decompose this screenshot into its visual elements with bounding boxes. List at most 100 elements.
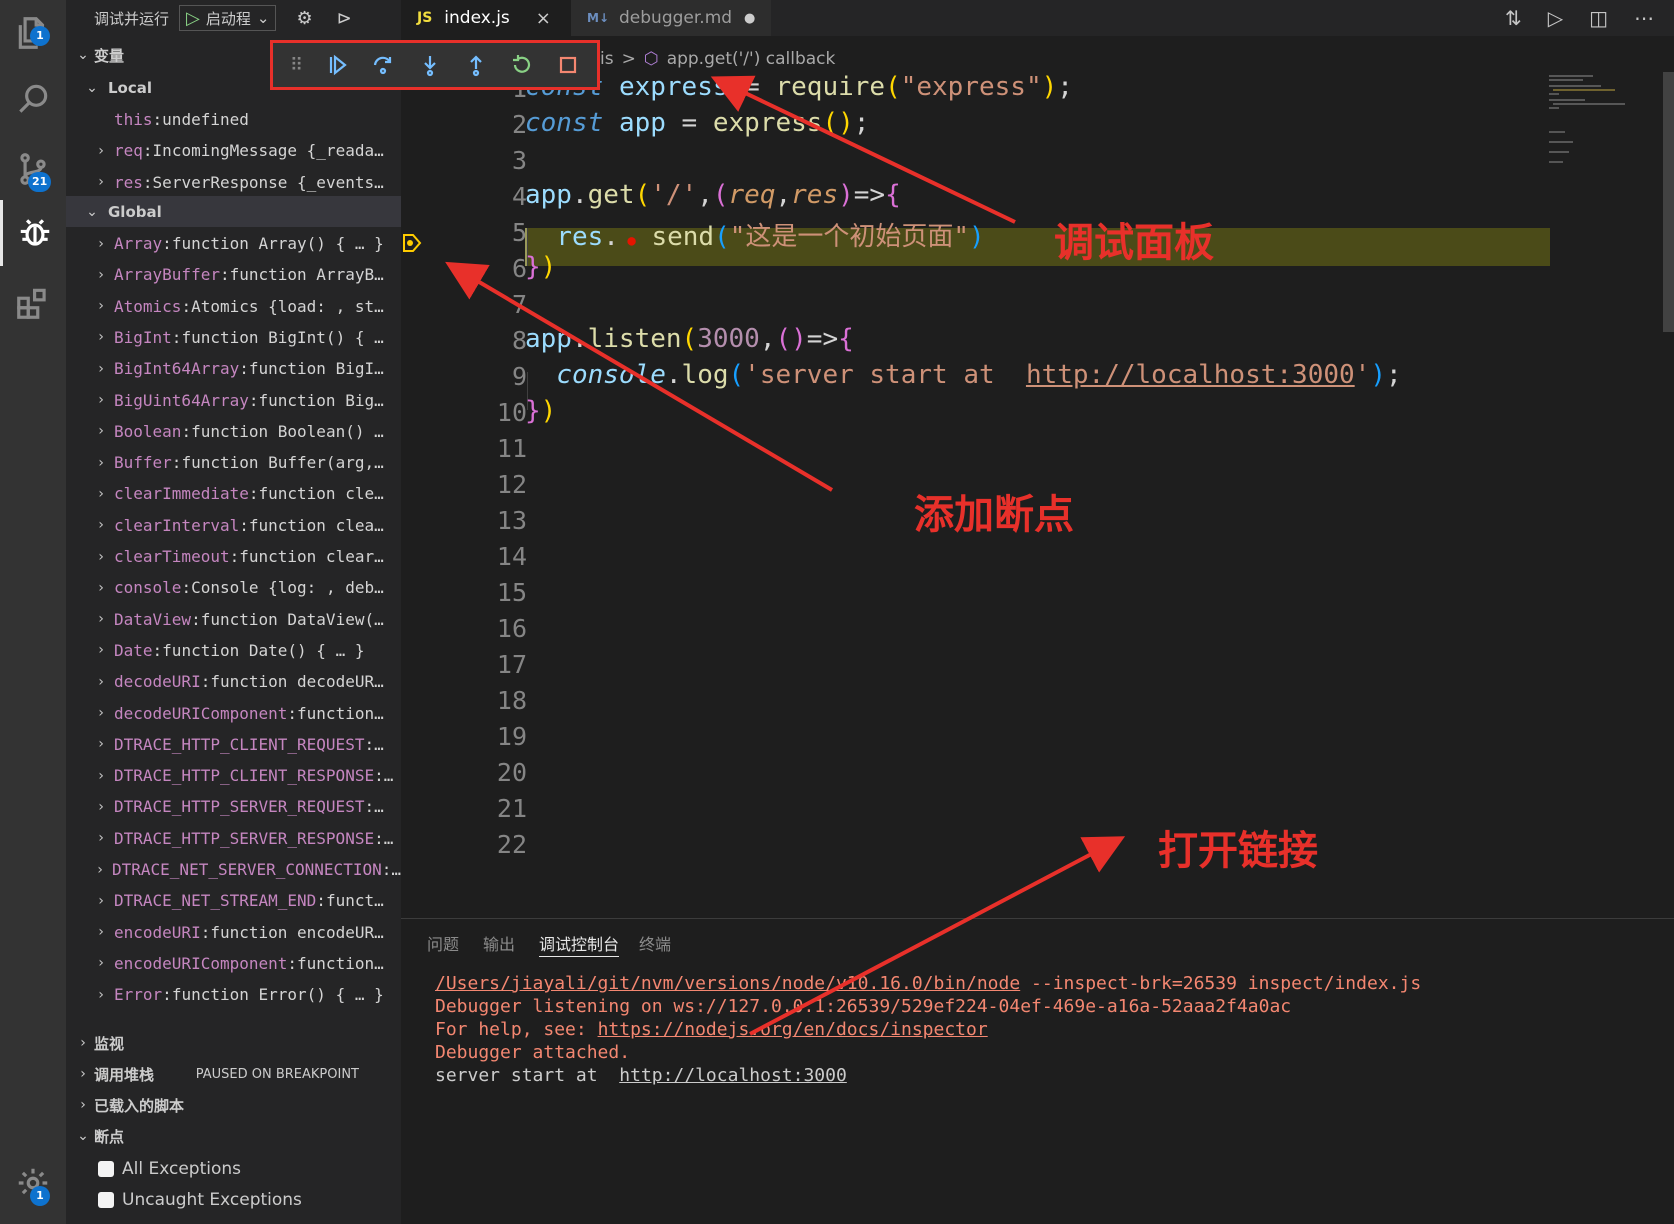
line-number[interactable]: 14 <box>441 542 527 571</box>
more-actions-icon[interactable]: ⋯ <box>1634 6 1654 30</box>
minimap[interactable] <box>1545 72 1665 918</box>
variable-row[interactable]: › BigUint64Array: function Big… <box>66 385 401 416</box>
variable-row[interactable]: › clearImmediate: function cle… <box>66 478 401 509</box>
close-icon[interactable]: × <box>536 8 551 29</box>
variable-row[interactable]: › DTRACE_HTTP_CLIENT_RESPONSE: … <box>66 760 401 791</box>
variable-name: Error <box>114 985 163 1005</box>
inspector-docs-link[interactable]: https://nodejs.org/en/docs/inspector <box>598 1019 988 1040</box>
settings-activity[interactable]: 1 <box>0 1150 66 1216</box>
continue-icon[interactable] <box>325 53 349 77</box>
breakpoint-uncaught-exceptions[interactable]: Uncaught Exceptions <box>66 1184 401 1215</box>
variable-row[interactable]: › Buffer: function Buffer(arg,… <box>66 447 401 478</box>
variable-row[interactable]: › DTRACE_HTTP_CLIENT_REQUEST: … <box>66 729 401 760</box>
line-number[interactable]: 21 <box>441 794 527 823</box>
variable-row[interactable]: › DataView: function DataView(… <box>66 604 401 635</box>
step-out-icon[interactable] <box>464 53 488 77</box>
run-icon[interactable]: ▷ <box>1548 6 1563 30</box>
variable-name: Buffer <box>114 453 172 473</box>
launch-config-select[interactable]: ▷ 启动程 ⌄ <box>179 5 277 31</box>
variable-row[interactable]: › DTRACE_NET_SERVER_CONNECTION: … <box>66 854 401 885</box>
loaded-scripts-section-header[interactable]: › 已载入的脚本 <box>66 1090 401 1120</box>
tab-index-js[interactable]: JS index.js × <box>401 0 571 36</box>
line-number[interactable]: 12 <box>441 470 527 499</box>
variable-row[interactable]: › decodeURIComponent: function… <box>66 698 401 729</box>
breakpoint-paused-icon[interactable] <box>401 232 423 254</box>
breakpoint-all-exceptions[interactable]: All Exceptions <box>66 1153 401 1184</box>
node-path-link[interactable]: /Users/jiayali/git/nvm/versions/node/v10… <box>435 973 1020 994</box>
variable-row[interactable]: › clearInterval: function clea… <box>66 510 401 541</box>
variable-row[interactable]: › BigInt64Array: function BigI… <box>66 353 401 384</box>
callstack-section-header[interactable]: › 调用堆栈 PAUSED ON BREAKPOINT <box>66 1059 401 1089</box>
variable-row[interactable]: › decodeURI: function decodeUR… <box>66 666 401 697</box>
line-number[interactable]: 19 <box>441 722 527 751</box>
scm-activity[interactable]: 21 <box>0 136 66 202</box>
variable-separator: : <box>162 985 172 1005</box>
explorer-activity[interactable]: 1 <box>0 0 66 66</box>
start-debug-icon[interactable]: ▷ <box>186 8 200 29</box>
breakpoints-section-header[interactable]: ⌄ 断点 <box>66 1121 401 1151</box>
line-number[interactable]: 15 <box>441 578 527 607</box>
line-number[interactable]: 17 <box>441 650 527 679</box>
line-number[interactable]: 9 <box>441 362 527 391</box>
line-number[interactable]: 22 <box>441 830 527 859</box>
line-number[interactable]: 16 <box>441 614 527 643</box>
variable-row[interactable]: › console: Console {log: , deb… <box>66 572 401 603</box>
step-into-icon[interactable] <box>418 53 442 77</box>
step-over-icon[interactable] <box>371 53 395 77</box>
line-number[interactable]: 7 <box>441 290 527 319</box>
gear-icon[interactable]: ⚙ <box>296 8 312 29</box>
tab-problems[interactable]: 问题 <box>427 929 459 957</box>
terminal-icon[interactable]: ⊳ <box>337 8 352 29</box>
variable-name: DTRACE_HTTP_CLIENT_RESPONSE <box>114 766 375 786</box>
line-number[interactable]: 10 <box>441 398 527 427</box>
variable-row[interactable]: › req: IncomingMessage {_reada… <box>66 135 401 166</box>
line-number[interactable]: 3 <box>441 146 527 175</box>
extensions-activity[interactable] <box>0 270 66 336</box>
variable-row[interactable]: › ArrayBuffer: function ArrayB… <box>66 259 401 290</box>
drag-handle-icon[interactable]: ⠿ <box>290 55 303 76</box>
variable-row[interactable]: › clearTimeout: function clear… <box>66 541 401 572</box>
variable-row[interactable]: › encodeURIComponent: function… <box>66 948 401 979</box>
variable-row[interactable]: › DTRACE_HTTP_SERVER_REQUEST: … <box>66 791 401 822</box>
breadcrumb-separator: > <box>621 49 636 69</box>
line-number[interactable]: 2 <box>441 110 527 139</box>
variable-row[interactable]: › DTRACE_HTTP_SERVER_RESPONSE: … <box>66 823 401 854</box>
variable-row[interactable]: › Error: function Error() { … } <box>66 979 401 1010</box>
restart-icon[interactable] <box>510 53 534 77</box>
line-number[interactable]: 4 <box>441 182 527 211</box>
variable-row[interactable]: › BigInt: function BigInt() { … <box>66 322 401 353</box>
line-number[interactable]: 11 <box>441 434 527 463</box>
variable-row[interactable]: › Array: function Array() { … } <box>66 228 401 259</box>
uncaught-exceptions-checkbox[interactable] <box>98 1191 114 1208</box>
variable-row[interactable]: this: undefined <box>66 104 401 135</box>
compare-changes-icon[interactable]: ⇅ <box>1505 6 1522 30</box>
split-editor-icon[interactable]: ◫ <box>1589 6 1608 30</box>
line-number[interactable]: 20 <box>441 758 527 787</box>
line-number[interactable]: 18 <box>441 686 527 715</box>
all-exceptions-checkbox[interactable] <box>98 1160 114 1177</box>
variable-row[interactable]: › encodeURI: function encodeUR… <box>66 917 401 948</box>
variable-row[interactable]: › res: ServerResponse {_events… <box>66 167 401 198</box>
tab-output[interactable]: 输出 <box>483 929 515 957</box>
tab-debug-console[interactable]: 调试控制台 <box>539 929 620 957</box>
watch-section-header[interactable]: › 监视 <box>66 1028 401 1058</box>
variable-row[interactable]: › Date: function Date() { … } <box>66 635 401 666</box>
line-number[interactable]: 13 <box>441 506 527 535</box>
localhost-link[interactable]: http://localhost:3000 <box>619 1065 847 1086</box>
breadcrumb-file[interactable]: is <box>600 49 614 69</box>
debug-activity[interactable] <box>0 200 66 266</box>
search-activity[interactable] <box>0 66 66 132</box>
line-number[interactable]: 6 <box>441 254 527 283</box>
variable-row[interactable]: › DTRACE_NET_STREAM_END: funct… <box>66 885 401 916</box>
tab-debugger-md[interactable]: M↓ debugger.md ● <box>571 0 771 36</box>
variable-row[interactable]: › Boolean: function Boolean() … <box>66 416 401 447</box>
stop-icon[interactable] <box>556 53 580 77</box>
global-scope[interactable]: ⌄ Global <box>66 196 401 227</box>
editor-scrollbar[interactable] <box>1663 72 1674 332</box>
unsaved-dot-icon[interactable]: ● <box>744 11 755 26</box>
line-number[interactable]: 5 <box>441 218 527 247</box>
tab-terminal[interactable]: 终端 <box>639 929 671 957</box>
breadcrumb-symbol[interactable]: app.get('/') callback <box>667 49 836 69</box>
line-number[interactable]: 8 <box>441 326 527 355</box>
variable-row[interactable]: › Atomics: Atomics {load: , st… <box>66 291 401 322</box>
